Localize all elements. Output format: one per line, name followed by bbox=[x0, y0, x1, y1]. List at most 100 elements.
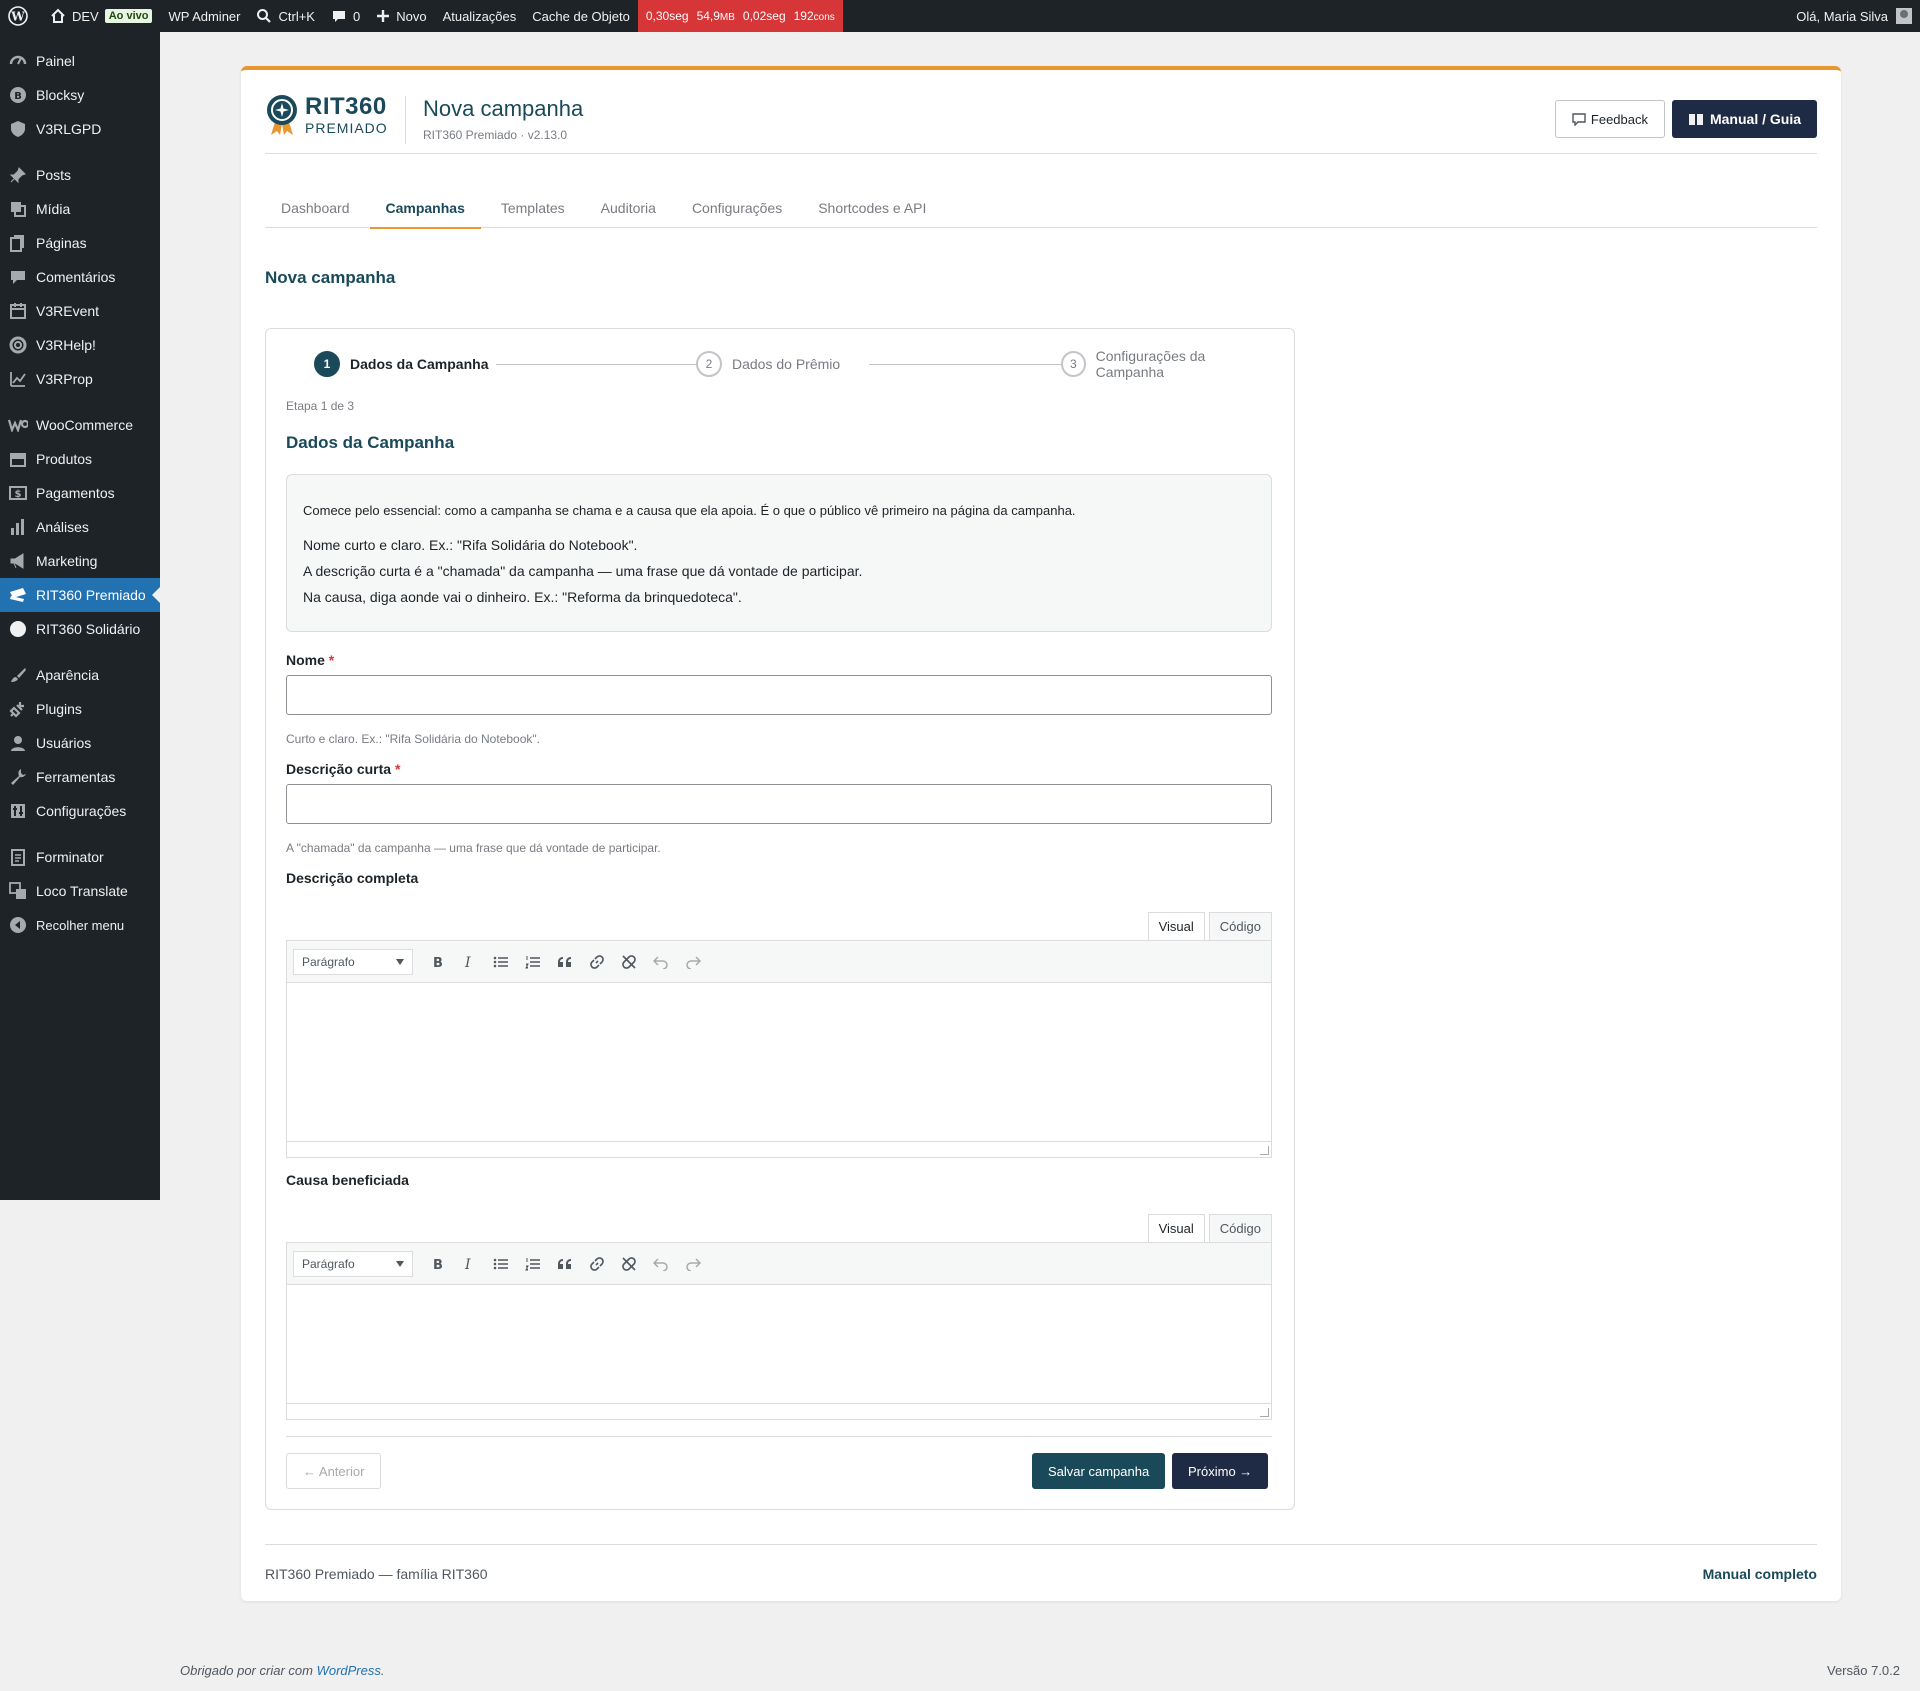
sidebar-item-plugins[interactable]: Plugins bbox=[0, 692, 160, 726]
new-content-menu[interactable]: Novo bbox=[368, 0, 434, 32]
sidebar-item-v3rhelp[interactable]: V3RHelp! bbox=[0, 328, 160, 362]
tab-dashboard[interactable]: Dashboard bbox=[265, 188, 366, 228]
sidebar-item-analises[interactable]: Análises bbox=[0, 510, 160, 544]
save-campaign-button[interactable]: Salvar campanha bbox=[1032, 1453, 1166, 1489]
tab-configuracoes[interactable]: Configurações bbox=[676, 188, 798, 228]
next-button[interactable]: Próximo → bbox=[1172, 1453, 1269, 1489]
italic-button[interactable]: I bbox=[455, 1250, 483, 1278]
plugin-version: RIT360 Premiado · v2.13.0 bbox=[423, 128, 568, 142]
sidebar-item-configuracoes[interactable]: Configurações bbox=[0, 794, 160, 828]
site-name-menu[interactable]: DEV Ao vivo bbox=[42, 0, 160, 32]
full-description-textarea[interactable] bbox=[287, 983, 1271, 1141]
wizard-step-1[interactable]: 1 Dados da Campanha bbox=[314, 349, 497, 379]
tab-shortcodes-api[interactable]: Shortcodes e API bbox=[802, 188, 942, 228]
feedback-button[interactable]: Feedback bbox=[1554, 100, 1665, 138]
name-input[interactable] bbox=[286, 675, 1272, 715]
redo-button[interactable] bbox=[679, 948, 707, 976]
full-manual-link[interactable]: Manual completo bbox=[1703, 1566, 1817, 1582]
command-search[interactable]: Ctrl+K bbox=[248, 0, 322, 32]
bullet-list-button[interactable] bbox=[487, 948, 515, 976]
editor-toolbar: Parágrafo B I bbox=[287, 941, 1271, 983]
sidebar-item-usuarios[interactable]: Usuários bbox=[0, 726, 160, 760]
wordpress-logo-icon: W bbox=[8, 6, 28, 26]
sidebar-item-loco-translate[interactable]: Loco Translate bbox=[0, 874, 160, 908]
undo-button[interactable] bbox=[647, 948, 675, 976]
plugin-header: RIT360 PREMIADO Nova campanha RIT360 Pre… bbox=[265, 94, 1817, 154]
wordpress-link[interactable]: WordPress bbox=[317, 1663, 381, 1678]
editor-tab-code[interactable]: Código bbox=[1208, 1214, 1272, 1242]
editor-tab-visual[interactable]: Visual bbox=[1147, 912, 1205, 940]
tab-auditoria[interactable]: Auditoria bbox=[585, 188, 672, 228]
bullet-list-button[interactable] bbox=[487, 1250, 515, 1278]
bold-button[interactable]: B bbox=[423, 948, 451, 976]
wizard-step-2[interactable]: 2 Dados do Prêmio bbox=[696, 349, 849, 379]
sidebar-item-label: Configurações bbox=[36, 803, 127, 819]
wordpress-logo-menu[interactable]: W bbox=[0, 0, 42, 32]
sidebar-item-pagamentos[interactable]: $ Pagamentos bbox=[0, 476, 160, 510]
format-select[interactable]: Parágrafo bbox=[293, 948, 413, 975]
blockquote-button[interactable] bbox=[551, 1250, 579, 1278]
sidebar-item-rit360-solidario[interactable]: RIT360 Solidário bbox=[0, 612, 160, 646]
insert-link-button[interactable] bbox=[583, 948, 611, 976]
unlink-icon bbox=[622, 954, 636, 969]
sidebar-item-produtos[interactable]: Produtos bbox=[0, 442, 160, 476]
numbered-list-button[interactable] bbox=[519, 1250, 547, 1278]
sidebar-item-v3revent[interactable]: V3REvent bbox=[0, 294, 160, 328]
cause-textarea[interactable] bbox=[287, 1285, 1271, 1403]
full-description-editor: Visual Código Parágrafo B I bbox=[286, 912, 1272, 1158]
sidebar-item-posts[interactable]: Posts bbox=[0, 158, 160, 192]
sidebar-item-v3rlgpd[interactable]: V3RLGPD bbox=[0, 112, 160, 146]
blockquote-button[interactable] bbox=[551, 948, 579, 976]
sidebar-item-rit360-premiado[interactable]: RIT360 Premiado bbox=[0, 578, 160, 612]
editor-resize-handle[interactable] bbox=[287, 1403, 1271, 1419]
sidebar-item-woocommerce[interactable]: WooCommerce bbox=[0, 408, 160, 442]
bullet-list-icon bbox=[493, 956, 508, 967]
sidebar-item-aparencia[interactable]: Aparência bbox=[0, 658, 160, 692]
format-select[interactable]: Parágrafo bbox=[293, 1250, 413, 1277]
object-cache-link[interactable]: Cache de Objeto bbox=[524, 0, 638, 32]
short-description-input[interactable] bbox=[286, 784, 1272, 824]
intro-lead: Comece pelo essencial: como a campanha s… bbox=[303, 503, 1076, 518]
sidebar-item-ferramentas[interactable]: Ferramentas bbox=[0, 760, 160, 794]
numbered-list-icon bbox=[525, 955, 540, 968]
comments-count: 0 bbox=[352, 8, 361, 24]
italic-button[interactable]: I bbox=[455, 948, 483, 976]
sidebar-item-blocksy[interactable]: B Blocksy bbox=[0, 78, 160, 112]
new-label: Novo bbox=[396, 8, 427, 24]
updates-link[interactable]: Atualizações bbox=[435, 0, 525, 32]
sidebar-item-label: Comentários bbox=[36, 269, 116, 285]
comments-link[interactable]: 0 bbox=[323, 0, 368, 32]
sidebar-item-label: Posts bbox=[36, 167, 72, 183]
sidebar-item-comentarios[interactable]: Comentários bbox=[0, 260, 160, 294]
redo-button[interactable] bbox=[679, 1250, 707, 1278]
remove-link-button[interactable] bbox=[615, 948, 643, 976]
sidebar-item-forminator[interactable]: Forminator bbox=[0, 840, 160, 874]
manual-guide-button[interactable]: Manual / Guia bbox=[1671, 100, 1817, 138]
undo-button[interactable] bbox=[647, 1250, 675, 1278]
insert-link-button[interactable] bbox=[583, 1250, 611, 1278]
tab-campanhas[interactable]: Campanhas bbox=[369, 188, 482, 229]
bold-button[interactable]: B bbox=[423, 1250, 451, 1278]
sidebar-item-label: Usuários bbox=[36, 735, 92, 751]
sidebar-item-midia[interactable]: Mídia bbox=[0, 192, 160, 226]
remove-link-button[interactable] bbox=[615, 1250, 643, 1278]
my-account-menu[interactable]: Olá, Maria Silva bbox=[1796, 0, 1912, 32]
previous-button[interactable]: ← Anterior bbox=[286, 1453, 382, 1489]
wizard-step-3[interactable]: 3 Configurações da Campanha bbox=[1061, 348, 1274, 380]
italic-icon: I bbox=[464, 955, 471, 969]
editor-tab-visual[interactable]: Visual bbox=[1147, 1214, 1205, 1242]
numbered-list-button[interactable] bbox=[519, 948, 547, 976]
sidebar-item-v3rprop[interactable]: V3RProp bbox=[0, 362, 160, 396]
sidebar-item-painel[interactable]: Painel bbox=[0, 44, 160, 78]
sidebar-item-paginas[interactable]: Páginas bbox=[0, 226, 160, 260]
tab-templates[interactable]: Templates bbox=[485, 188, 581, 228]
sidebar-item-marketing[interactable]: Marketing bbox=[0, 544, 160, 578]
quote-icon bbox=[558, 956, 571, 967]
editor-tab-code[interactable]: Código bbox=[1208, 912, 1272, 940]
sidebar-item-label: Forminator bbox=[36, 849, 104, 865]
wp-adminer-link[interactable]: WP Adminer bbox=[160, 0, 248, 32]
query-monitor-stats[interactable]: 0,30seg 54,9MB 0,02seg 192cons bbox=[637, 0, 843, 32]
editor-resize-handle[interactable] bbox=[287, 1141, 1271, 1157]
step-counter: Etapa 1 de 3 bbox=[286, 399, 355, 413]
collapse-menu-button[interactable]: Recolher menu bbox=[0, 908, 160, 942]
